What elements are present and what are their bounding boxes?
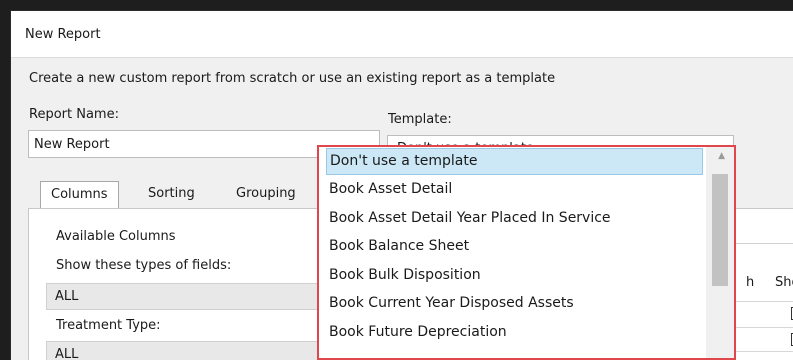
window-title: New Report	[25, 27, 101, 42]
template-dropdown-list: Don't use a template Book Asset Detail B…	[317, 145, 736, 360]
grid-header-show: Sho	[775, 275, 793, 290]
tab-sorting[interactable]: Sorting	[138, 181, 205, 208]
tab-columns[interactable]: Columns	[40, 181, 119, 209]
available-columns-label: Available Columns	[56, 229, 176, 244]
template-option[interactable]: Don't use a template	[326, 148, 703, 175]
template-option[interactable]: Book Balance Sheet	[326, 234, 703, 261]
tab-grouping-label: Grouping	[236, 186, 296, 201]
intro-text: Create a new custom report from scratch …	[29, 71, 556, 86]
grid-divider	[726, 327, 793, 328]
template-option[interactable]: Book Future Depreciation	[326, 320, 703, 347]
scroll-up-arrow-icon[interactable]: ▲	[718, 151, 725, 161]
dropdown-scrollbar[interactable]: ▲	[706, 147, 734, 358]
tab-sorting-label: Sorting	[148, 186, 195, 201]
grid-divider	[726, 301, 793, 302]
grid-header-cell: h	[746, 275, 755, 290]
report-name-label: Report Name:	[29, 107, 119, 122]
template-option[interactable]: Book Asset Detail	[326, 177, 703, 204]
treatment-type-label: Treatment Type:	[56, 318, 161, 333]
template-option[interactable]: Book Asset Detail Year Placed In Service	[326, 206, 703, 233]
template-label: Template:	[388, 112, 452, 127]
field-types-value: ALL	[55, 289, 79, 304]
field-types-select[interactable]: ALL	[46, 283, 336, 310]
title-bar: New Report	[11, 11, 793, 58]
field-types-label: Show these types of fields:	[56, 258, 232, 273]
treatment-type-value: ALL	[55, 347, 79, 360]
template-option[interactable]: Book Bulk Disposition	[326, 263, 703, 290]
tab-columns-label: Columns	[51, 187, 108, 202]
tab-grouping[interactable]: Grouping	[226, 181, 306, 208]
scrollbar-thumb[interactable]	[712, 174, 728, 286]
treatment-type-select[interactable]: ALL	[46, 341, 336, 360]
template-option[interactable]: Book Current Year Disposed Assets	[326, 291, 703, 318]
grid-divider	[726, 351, 793, 352]
